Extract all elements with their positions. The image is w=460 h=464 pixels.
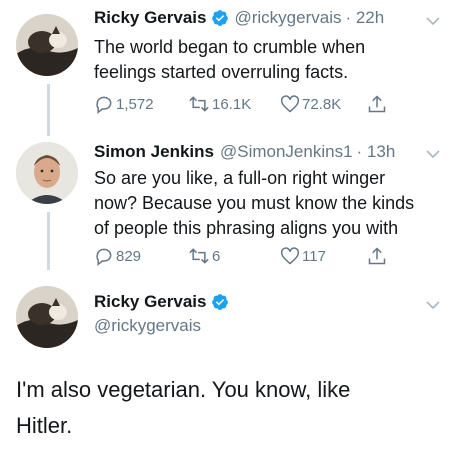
ricky-gervais-avatar-image [16, 286, 78, 348]
tweet2-actions: 829 6 117 [94, 246, 394, 270]
like-icon [280, 95, 300, 113]
reply-count: 1,572 [116, 95, 154, 113]
tweet-text-line: now? Because you must know the kinds [94, 193, 415, 213]
retweet-count: 16.1K [212, 95, 252, 113]
tweet3-text: I'm also vegetarian. You know, like Hitl… [16, 372, 350, 444]
tweet3-header: Ricky Gervais [94, 292, 229, 312]
share-icon[interactable] [367, 94, 387, 114]
like-count: 117 [302, 247, 326, 265]
tweet1-text: The world began to crumble when feelings… [94, 35, 365, 85]
user-handle[interactable]: @SimonJenkins1 [220, 142, 353, 162]
display-name[interactable]: Simon Jenkins [94, 142, 214, 162]
simon-jenkins-avatar-image [16, 142, 78, 204]
tweet-text-line: Hitler. [16, 413, 73, 438]
avatar-ricky-gervais[interactable] [16, 286, 78, 348]
verified-badge-icon [212, 294, 229, 310]
reply-icon [96, 248, 112, 266]
user-handle[interactable]: @rickygervais [234, 8, 341, 28]
chevron-down-icon[interactable] [424, 296, 442, 314]
tweet1-header: Ricky Gervais @rickygervais · 22h [94, 8, 384, 28]
retweet-button[interactable]: 6 [188, 246, 220, 266]
user-handle[interactable]: @rickygervais [94, 316, 201, 336]
tweet-text-line: feelings started overruling facts. [94, 62, 349, 82]
like-button[interactable]: 72.8K [280, 94, 341, 114]
retweet-icon [189, 96, 209, 112]
display-name[interactable]: Ricky Gervais [94, 292, 206, 312]
tweet-text-line: of people this phrasing aligns you with [94, 218, 399, 238]
tweet-timestamp[interactable]: · 13h [357, 142, 396, 162]
ricky-gervais-avatar-image [16, 14, 78, 76]
reply-icon [96, 96, 112, 114]
share-icon[interactable] [367, 246, 387, 266]
tweet-text-line: So are you like, a full-on right winger [94, 168, 386, 188]
tweet-timestamp[interactable]: · 22h [345, 8, 384, 28]
thread-connector [47, 84, 50, 136]
tweet2-header: Simon Jenkins @SimonJenkins1 · 13h [94, 142, 395, 162]
reply-button[interactable]: 1,572 [94, 94, 154, 114]
avatar-simon-jenkins[interactable] [16, 142, 78, 204]
like-icon [280, 247, 300, 265]
like-button[interactable]: 117 [280, 246, 326, 266]
reply-count: 829 [116, 247, 142, 265]
retweet-button[interactable]: 16.1K [188, 94, 251, 114]
avatar-ricky-gervais[interactable] [16, 14, 78, 76]
display-name[interactable]: Ricky Gervais [94, 8, 206, 28]
tweet1-actions: 1,572 16.1K 72.8K [94, 94, 394, 118]
chevron-down-icon[interactable] [424, 12, 442, 30]
like-count: 72.8K [302, 95, 342, 113]
chevron-down-icon[interactable] [424, 145, 442, 163]
tweet2-text: So are you like, a full-on right winger … [94, 166, 414, 241]
thread-connector [47, 212, 50, 270]
reply-button[interactable]: 829 [94, 246, 141, 266]
retweet-icon [189, 248, 209, 264]
tweet-text-line: I'm also vegetarian. You know, like [16, 377, 351, 402]
retweet-count: 6 [212, 247, 221, 265]
verified-badge-icon [212, 10, 229, 26]
tweet-text-line: The world began to crumble when [94, 37, 366, 57]
